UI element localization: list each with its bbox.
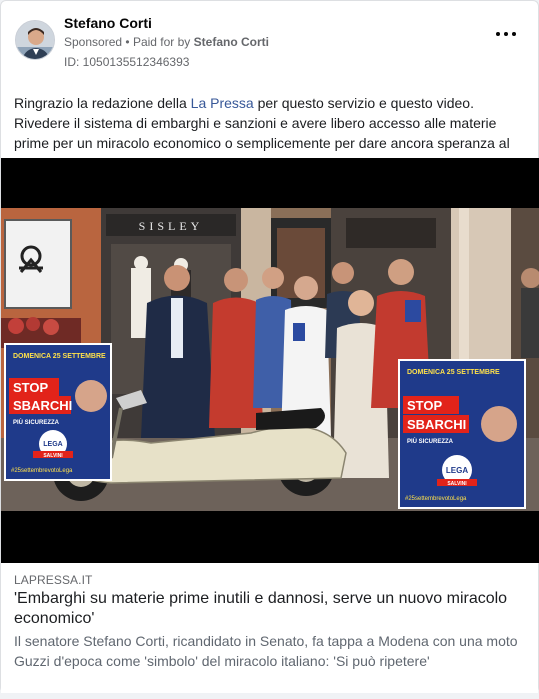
campaign-poster-left: DOMENICA 25 SETTEMBRE STOP SBARCHI PIÙ S… [4,343,112,481]
post-header: Stefano Corti Sponsored • Paid for by St… [1,1,538,81]
campaign-poster-right: DOMENICA 25 SETTEMBRE STOP SBARCHI PIÙ S… [398,359,526,509]
svg-text:SBARCHI: SBARCHI [407,417,466,432]
svg-text:LEGA: LEGA [446,466,468,475]
svg-text:PIÙ SICUREZZA: PIÙ SICUREZZA [13,419,60,426]
link-description: Il senatore Stefano Corti, ricandidato i… [14,633,518,669]
paid-for-by-name[interactable]: Stefano Corti [194,35,269,49]
svg-text:STOP: STOP [407,398,442,413]
more-horizontal-icon [496,32,500,36]
svg-text:DOMENICA 25 SETTEMBRE: DOMENICA 25 SETTEMBRE [13,353,106,360]
video-player[interactable]: SISLEY DOMENICA 25 SETTEMBRE STOP SBARCH… [1,158,539,563]
ad-id: ID: 1050135512346393 [64,55,190,69]
author-avatar[interactable] [15,20,55,60]
link-preview[interactable]: LAPRESSA.IT 'Embarghi su materie prime i… [1,563,538,693]
svg-text:SALVINI: SALVINI [447,481,467,487]
more-horizontal-icon [504,32,508,36]
sponsored-label: Sponsored [64,35,123,49]
svg-text:#25settembrevotoLega: #25settembrevotoLega [405,496,467,502]
svg-text:SALVINI: SALVINI [43,453,63,459]
post-text-part: Ringrazio la redazione della [14,95,191,111]
svg-text:DOMENICA 25 SETTEMBRE: DOMENICA 25 SETTEMBRE [407,369,500,376]
sponsored-meta: Sponsored • Paid for by Stefano Corti [64,35,269,49]
svg-text:PIÙ SICUREZZA: PIÙ SICUREZZA [407,438,454,445]
svg-text:STOP: STOP [13,380,48,395]
avatar-image [16,21,54,59]
svg-text:LEGA: LEGA [43,441,62,448]
video-frame: SISLEY DOMENICA 25 SETTEMBRE STOP SBARCH… [1,158,539,563]
more-options-button[interactable] [496,29,516,39]
link-title[interactable]: 'Embarghi su materie prime inutili e dan… [14,589,524,629]
meta-separator: • [125,35,130,49]
author-name[interactable]: Stefano Corti [64,15,152,31]
more-horizontal-icon [512,32,516,36]
sponsored-post-card: Stefano Corti Sponsored • Paid for by St… [0,0,539,693]
storefront-sign: SISLEY [139,219,204,233]
svg-text:SBARCHI: SBARCHI [13,398,72,413]
post-inline-link[interactable]: La Pressa [191,95,254,111]
svg-text:#25settembrevotoLega: #25settembrevotoLega [11,468,73,474]
paid-for-prefix: Paid for by [132,35,191,49]
link-domain: LAPRESSA.IT [14,573,93,587]
